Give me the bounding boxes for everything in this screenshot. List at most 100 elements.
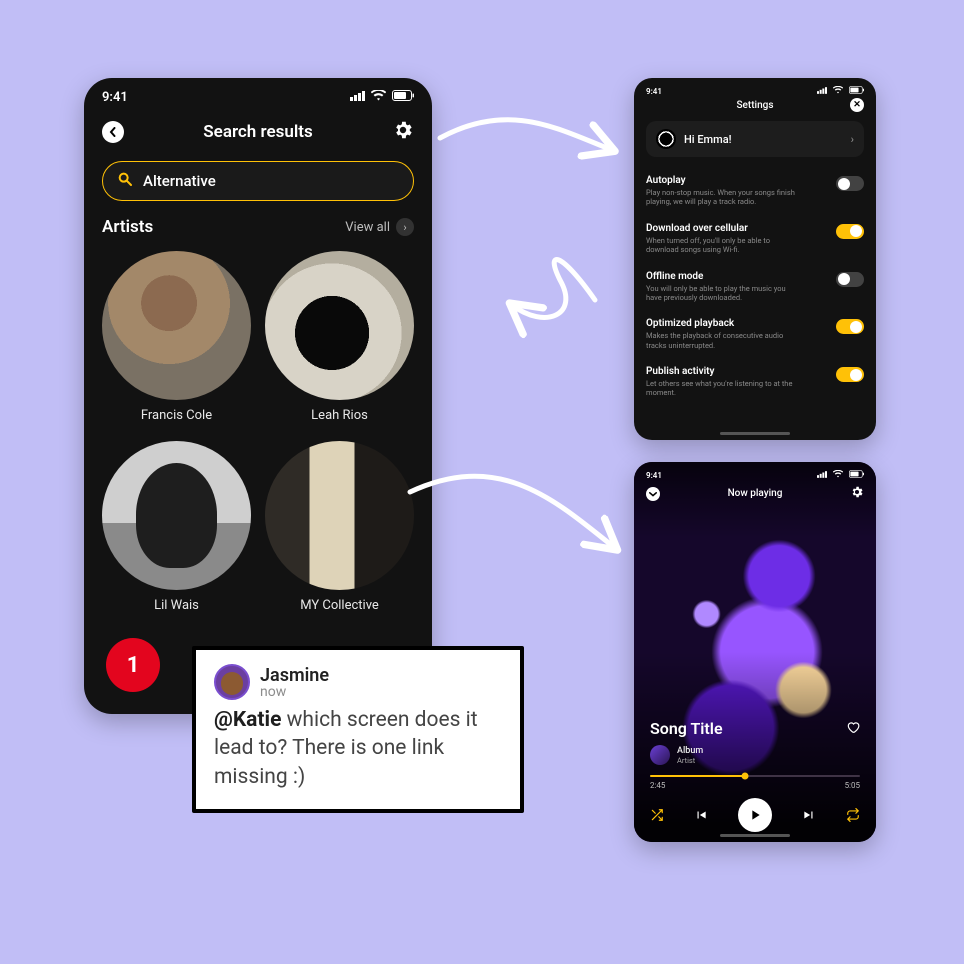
toggle-switch[interactable] [836,224,864,239]
view-all-button[interactable]: View all› [345,218,414,236]
favorite-button[interactable] [846,719,860,738]
settings-button[interactable] [392,119,414,145]
setting-title: Publish activity [646,366,826,377]
user-greeting-row[interactable]: Hi Emma! › [646,121,864,157]
comment-time: now [260,684,329,700]
cellular-icon [350,90,365,105]
search-input[interactable]: Alternative [102,161,414,201]
artist-card[interactable]: Leah Rios [265,251,414,423]
title-bar: Search results [84,113,432,155]
artist-image [265,441,414,590]
commenter-name: Jasmine [260,665,329,686]
artist-name: Lil Wais [102,598,251,613]
setting-desc: When turned off, you'll only be able to … [646,236,796,255]
section-title: Artists [102,217,153,237]
search-value: Alternative [143,172,399,190]
back-button[interactable] [102,121,124,143]
status-bar: 9:41 [84,78,432,113]
next-button[interactable] [802,808,816,822]
commenter-avatar [214,664,250,700]
progress-bar[interactable] [650,775,860,777]
battery-icon [849,470,864,480]
setting-desc: Let others see what you're listening to … [646,379,796,398]
artist-name: Artist [677,756,703,765]
status-bar: 9:41 [634,462,876,480]
previous-button[interactable] [694,808,708,822]
player-controls-area: Song Title AlbumArtist 2:45 5:05 [634,719,876,842]
comment-text: @Katie which screen does it lead to? The… [214,706,502,791]
artist-name: Leah Rios [265,408,414,423]
toggle-switch[interactable] [836,272,864,287]
screen-search-results: 9:41 Search results Alternative Artists … [84,78,432,714]
toggle-switch[interactable] [836,367,864,382]
album-name: Album [677,746,703,756]
album-thumbnail [650,745,670,765]
screen-settings: 9:41 Settings ✕ Hi Emma! › Autoplay Play … [634,78,876,440]
status-right [817,470,864,480]
section-header: Artists View all› [84,215,432,247]
close-button[interactable]: ✕ [850,98,864,112]
settings-row-optimized: Optimized playback Makes the playback of … [646,312,864,360]
song-title: Song Title [650,719,723,738]
settings-button[interactable] [850,484,864,503]
greeting-text: Hi Emma! [684,133,732,146]
setting-desc: You will only be able to play the music … [646,284,796,303]
time-elapsed: 2:45 [650,781,665,790]
status-right [817,86,864,96]
progress-thumb[interactable] [741,773,748,780]
chevron-right-icon: › [396,218,414,236]
setting-desc: Play non-stop music. When your songs fin… [646,188,796,207]
artist-grid: Francis Cole Leah Rios Lil Wais MY Colle… [84,247,432,613]
artist-name: MY Collective [265,598,414,613]
artist-card[interactable]: Lil Wais [102,441,251,613]
wifi-icon [371,90,386,105]
home-indicator [720,432,790,435]
artist-card[interactable]: Francis Cole [102,251,251,423]
artist-card[interactable]: MY Collective [265,441,414,613]
settings-list: Autoplay Play non-stop music. When your s… [634,165,876,412]
time-total: 5:05 [845,781,860,790]
arrow-to-nowplaying [410,476,615,548]
setting-title: Optimized playback [646,318,826,329]
arrow-from-settings [512,260,595,318]
status-time: 9:41 [646,471,662,480]
status-right [350,90,414,105]
toggle-switch[interactable] [836,176,864,191]
avatar [656,129,676,149]
toggle-switch[interactable] [836,319,864,334]
shuffle-button[interactable] [650,808,664,822]
settings-row-publish: Publish activity Let others see what you'… [646,360,864,408]
artist-image [102,441,251,590]
page-title: Now playing [728,488,783,499]
setting-title: Download over cellular [646,223,826,234]
wifi-icon [833,86,843,96]
wifi-icon [833,470,843,480]
page-title: Settings ✕ [634,98,876,115]
status-bar: 9:41 [634,78,876,98]
status-time: 9:41 [646,87,662,96]
settings-row-download-cellular: Download over cellular When turned off, y… [646,217,864,265]
collapse-button[interactable] [646,487,660,501]
title-bar: Now playing [634,480,876,507]
chevron-right-icon: › [851,133,854,146]
battery-icon [392,90,414,105]
comment-callout: Jasmine now @Katie which screen does it … [192,646,524,813]
arrow-to-settings [440,120,612,150]
repeat-button[interactable] [846,808,860,822]
artist-image [102,251,251,400]
artist-name: Francis Cole [102,408,251,423]
setting-desc: Makes the playback of consecutive audio … [646,331,796,350]
album-row[interactable]: AlbumArtist [650,745,860,765]
screen-now-playing: 9:41 Now playing Song Title AlbumArtist … [634,462,876,842]
notification-badge[interactable]: 1 [106,638,160,692]
setting-title: Offline mode [646,271,826,282]
settings-row-offline: Offline mode You will only be able to pla… [646,265,864,313]
setting-title: Autoplay [646,175,826,186]
artist-image [265,251,414,400]
play-button[interactable] [738,798,772,832]
status-time: 9:41 [102,90,128,105]
cellular-icon [817,87,827,96]
page-title: Search results [203,122,312,142]
settings-row-autoplay: Autoplay Play non-stop music. When your s… [646,169,864,217]
comment-mention: @Katie [214,708,281,732]
